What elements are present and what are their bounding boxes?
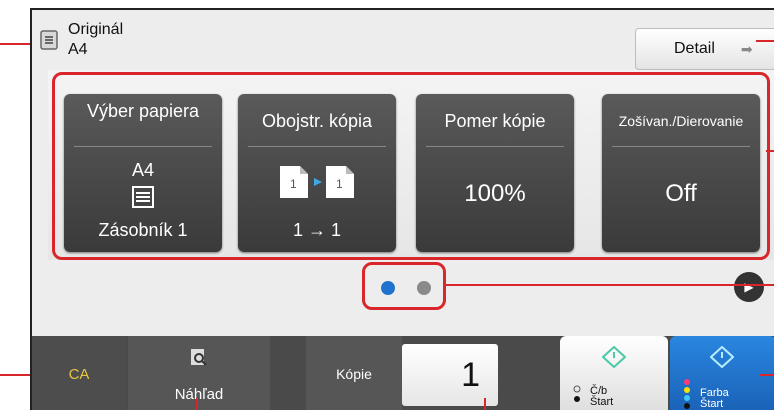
callout-copies [484,398,486,410]
callout-original [0,43,34,45]
copies-label: Kópie [336,366,372,382]
pager-highlight [362,262,446,310]
original-label: Originál [68,21,124,38]
ca-label: CA [68,365,90,383]
arrow-right-icon: ➡ [740,40,753,57]
bw-dots-icon [573,385,581,402]
original-size: A4 [68,41,88,58]
color-start-line2: Štart [700,398,724,410]
color-start-button[interactable]: Farba Štart [670,336,774,410]
magnifier-icon [191,349,207,366]
next-page-icon[interactable]: ▶ [734,272,764,302]
preview-label: Náhľad [174,386,224,403]
start-icon [710,346,734,368]
copy-screen: Originál A4 Detail ➡ Výber papiera A4 Zá… [30,8,774,410]
function-keys-highlight [52,72,770,260]
preview-button[interactable]: Náhľad [128,336,270,410]
copies-label-area: Kópie [306,336,402,410]
callout-color-start [760,374,774,376]
ca-button[interactable]: CA [32,336,126,410]
document-icon [40,30,58,50]
original-indicator[interactable]: Originál A4 [40,20,123,60]
callout-ca [0,374,34,376]
bottom-bar: CA Náhľad Kópie 1 Č/b Štart Farba Štart [32,336,774,410]
start-icon [602,346,626,368]
color-dots-icon [684,379,690,409]
callout-function-keys [766,150,774,152]
copies-input[interactable]: 1 [402,344,498,406]
detail-button[interactable]: Detail ➡ [635,28,774,70]
callout-preview [196,398,198,410]
callout-pager [444,284,774,286]
detail-label: Detail [674,40,715,57]
bw-start-button[interactable]: Č/b Štart [560,336,668,410]
callout-detail [756,40,774,42]
bw-start-line2: Štart [590,396,614,408]
